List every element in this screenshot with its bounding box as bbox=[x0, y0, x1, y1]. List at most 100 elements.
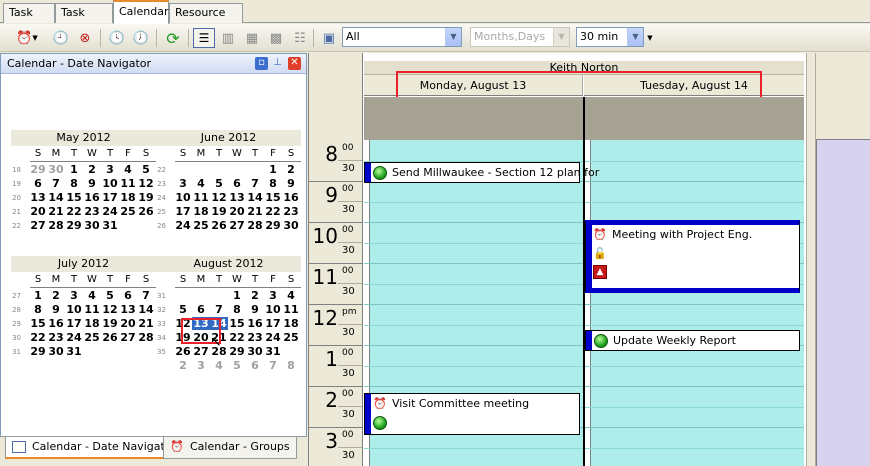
work-week-view-button[interactable]: ▥ bbox=[217, 28, 239, 48]
calendar-day[interactable]: 3 bbox=[192, 359, 210, 372]
calendar-day[interactable]: 5 bbox=[101, 289, 119, 302]
calendar-day[interactable]: 26 bbox=[137, 205, 155, 218]
calendar-day[interactable]: 1 bbox=[228, 289, 246, 302]
tab-calendar-groups[interactable]: ⏰ Calendar - Groups bbox=[163, 437, 297, 459]
calendar-day[interactable]: 21 bbox=[137, 317, 155, 330]
calendar-day[interactable]: 27 bbox=[29, 219, 47, 232]
calendar-day[interactable]: 15 bbox=[228, 317, 246, 330]
calendar-day[interactable]: 31 bbox=[101, 219, 119, 232]
tab-task-tree[interactable]: Task Tree bbox=[55, 3, 113, 37]
calendar-day[interactable]: 22 bbox=[264, 205, 282, 218]
calendar-day[interactable]: 5 bbox=[174, 303, 192, 316]
calendar-day[interactable]: 7 bbox=[264, 359, 282, 372]
next-resource-column[interactable] bbox=[816, 140, 870, 466]
day-view-button[interactable]: ☰ bbox=[193, 28, 215, 48]
calendar-day[interactable]: 8 bbox=[264, 177, 282, 190]
calendar-day[interactable]: 24 bbox=[264, 331, 282, 344]
tab-calendar[interactable]: Calendar bbox=[113, 0, 169, 24]
appointment-visit-committee[interactable]: ⏰ Visit Committee meeting bbox=[364, 393, 580, 435]
calendar-day[interactable]: 4 bbox=[119, 163, 137, 176]
calendar-day[interactable]: 11 bbox=[282, 303, 300, 316]
calendar-day[interactable]: 24 bbox=[101, 205, 119, 218]
calendar-day[interactable]: 29 bbox=[228, 345, 246, 358]
calendar-day[interactable]: 12 bbox=[210, 191, 228, 204]
calendar-day[interactable]: 3 bbox=[65, 289, 83, 302]
calendar-day[interactable]: 16 bbox=[282, 191, 300, 204]
calendar-day[interactable]: 8 bbox=[228, 303, 246, 316]
appointment-send-millwaukee[interactable]: Send Millwaukee - Section 12 plan for bbox=[364, 162, 599, 183]
calendar-day[interactable]: 17 bbox=[101, 191, 119, 204]
calendar-day[interactable]: 22 bbox=[29, 331, 47, 344]
calendar-day[interactable]: 18 bbox=[282, 317, 300, 330]
calendar-day[interactable]: 8 bbox=[29, 303, 47, 316]
calendar-day[interactable]: 17 bbox=[264, 317, 282, 330]
appointment-meeting-project-eng[interactable]: ⏰ Meeting with Project Eng. 🔓 ▲ bbox=[585, 220, 800, 293]
calendar-day[interactable]: 3 bbox=[264, 289, 282, 302]
toolbar-overflow-button[interactable]: ▼ bbox=[644, 28, 656, 48]
calendar-day[interactable]: 29 bbox=[29, 345, 47, 358]
calendar-day[interactable]: 20 bbox=[29, 205, 47, 218]
calendar-day[interactable]: 11 bbox=[83, 303, 101, 316]
calendar-day[interactable]: 7 bbox=[246, 177, 264, 190]
calendar-day[interactable]: 16 bbox=[246, 317, 264, 330]
calendar-day[interactable]: 16 bbox=[47, 317, 65, 330]
calendar-day[interactable]: 28 bbox=[47, 219, 65, 232]
calendar-day[interactable]: 6 bbox=[29, 177, 47, 190]
calendar-day[interactable]: 6 bbox=[119, 289, 137, 302]
calendar-day[interactable]: 25 bbox=[119, 205, 137, 218]
calendar-day[interactable]: 18 bbox=[83, 317, 101, 330]
calendar-day[interactable]: 13 bbox=[29, 191, 47, 204]
calendar-day[interactable]: 4 bbox=[192, 177, 210, 190]
calendar-day[interactable]: 2 bbox=[83, 163, 101, 176]
calendar-day[interactable]: 31 bbox=[65, 345, 83, 358]
timeline-view-button[interactable]: ☷ bbox=[289, 28, 311, 48]
calendar-day[interactable]: 18 bbox=[192, 205, 210, 218]
calendar-day[interactable]: 24 bbox=[174, 219, 192, 232]
day-column-tuesday[interactable] bbox=[585, 140, 804, 466]
calendar-day[interactable]: 21 bbox=[47, 205, 65, 218]
calendar-day[interactable]: 6 bbox=[192, 303, 210, 316]
delete-appointment-button[interactable]: ⊗ bbox=[74, 28, 96, 48]
calendar-day[interactable]: 4 bbox=[282, 289, 300, 302]
refresh-button[interactable]: ⟳ bbox=[162, 28, 184, 48]
calendar-day[interactable]: 9 bbox=[83, 177, 101, 190]
calendar-day[interactable]: 15 bbox=[264, 191, 282, 204]
calendar-day[interactable]: 11 bbox=[192, 191, 210, 204]
calendar-day[interactable]: 7 bbox=[210, 303, 228, 316]
tab-date-navigator[interactable]: Calendar - Date Navigator bbox=[5, 437, 184, 459]
resource-filter-combo[interactable]: All ▼ bbox=[342, 27, 462, 47]
calendar-day[interactable]: 10 bbox=[264, 303, 282, 316]
calendar-day[interactable]: 13 bbox=[119, 303, 137, 316]
calendar-day[interactable]: 3 bbox=[174, 177, 192, 190]
calendar-day[interactable]: 12 bbox=[137, 177, 155, 190]
calendar-day[interactable]: 19 bbox=[101, 317, 119, 330]
calendar-day[interactable]: 9 bbox=[282, 177, 300, 190]
calendar-day[interactable]: 28 bbox=[246, 219, 264, 232]
calendar-day[interactable]: 19 bbox=[210, 205, 228, 218]
calendar-day[interactable]: 10 bbox=[101, 177, 119, 190]
week-view-button[interactable]: ▦ bbox=[241, 28, 263, 48]
calendar-day[interactable]: 18 bbox=[119, 191, 137, 204]
calendar-day[interactable]: 1 bbox=[29, 289, 47, 302]
calendar-day[interactable]: 27 bbox=[192, 345, 210, 358]
calendar-day[interactable]: 21 bbox=[246, 205, 264, 218]
calendar-day[interactable]: 17 bbox=[65, 317, 83, 330]
calendar-day[interactable]: 11 bbox=[119, 177, 137, 190]
calendar-day[interactable]: 30 bbox=[282, 219, 300, 232]
calendar-day[interactable]: 20 bbox=[228, 205, 246, 218]
calendar-day[interactable]: 5 bbox=[210, 177, 228, 190]
close-icon[interactable]: ✕ bbox=[288, 57, 301, 70]
calendar-day[interactable]: 10 bbox=[65, 303, 83, 316]
calendar-day[interactable]: 30 bbox=[246, 345, 264, 358]
open-appointment-button[interactable]: 🕘 bbox=[50, 28, 72, 48]
calendar-day[interactable]: 30 bbox=[83, 219, 101, 232]
pin-icon[interactable]: ⊥ bbox=[271, 57, 284, 70]
calendar-day[interactable]: 29 bbox=[29, 163, 47, 176]
calendar-day[interactable]: 24 bbox=[65, 331, 83, 344]
calendar-day[interactable]: 26 bbox=[101, 331, 119, 344]
calendar-day[interactable]: 27 bbox=[228, 219, 246, 232]
calendar-day[interactable]: 23 bbox=[83, 205, 101, 218]
calendar-day[interactable]: 6 bbox=[246, 359, 264, 372]
tab-resource-list[interactable]: Resource List bbox=[169, 3, 243, 37]
window-position-icon[interactable]: ▫ bbox=[255, 57, 268, 70]
